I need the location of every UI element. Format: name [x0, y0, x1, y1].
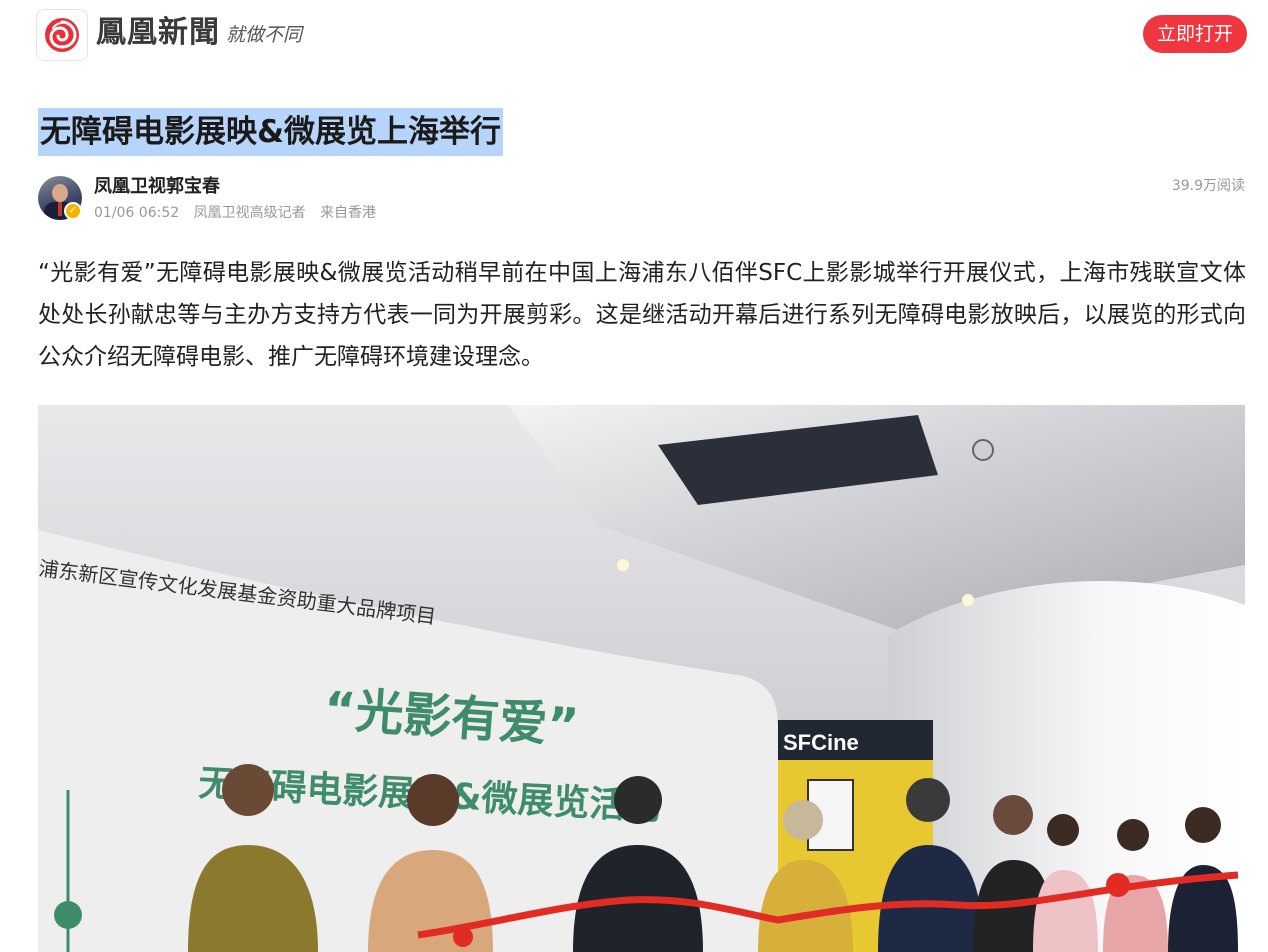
publish-date: 01/06 06:52	[94, 205, 180, 221]
photo-ribbon-bow	[453, 927, 473, 947]
author-location: 来自香港	[320, 205, 377, 221]
top-bar: 鳳凰新聞 就做不同 立即打开	[0, 0, 1268, 68]
phoenix-logo-icon[interactable]	[36, 9, 88, 61]
photo-light	[617, 559, 629, 571]
photo-light	[962, 594, 974, 606]
photo-camera	[972, 439, 994, 461]
author-name[interactable]: 凤凰卫视郭宝春	[94, 174, 220, 200]
photo-tower-ball	[54, 901, 82, 929]
article-meta: 01/06 06:52 凤凰卫视高级记者 来自香港	[94, 203, 386, 223]
read-count: 39.9万阅读	[1171, 178, 1245, 194]
photo-ribbon-bow	[1106, 873, 1130, 897]
avatar-face	[52, 184, 68, 202]
brand-slogan: 就做不同	[226, 24, 303, 46]
article-paragraph: “光影有爱”无障碍电影展映&微展览活动稍早前在中国上海浦东八佰伴SFC上影影城举…	[38, 260, 1246, 370]
brand-name: 鳳凰新聞	[96, 15, 220, 50]
verified-badge-icon: ✓	[64, 202, 82, 220]
avatar-tie	[58, 202, 62, 216]
author-role: 凤凰卫视高级记者	[193, 205, 306, 221]
photo-sign-text: SFCine	[783, 730, 859, 755]
article-photo[interactable]: SFCine 浦东新区宣传文化发展基金资助重大品牌项目 “光影有爱” 无障碍电影…	[38, 405, 1245, 952]
open-app-button[interactable]: 立即打开	[1143, 15, 1247, 53]
article-title: 无障碍电影展映&微展览上海举行	[38, 108, 504, 156]
